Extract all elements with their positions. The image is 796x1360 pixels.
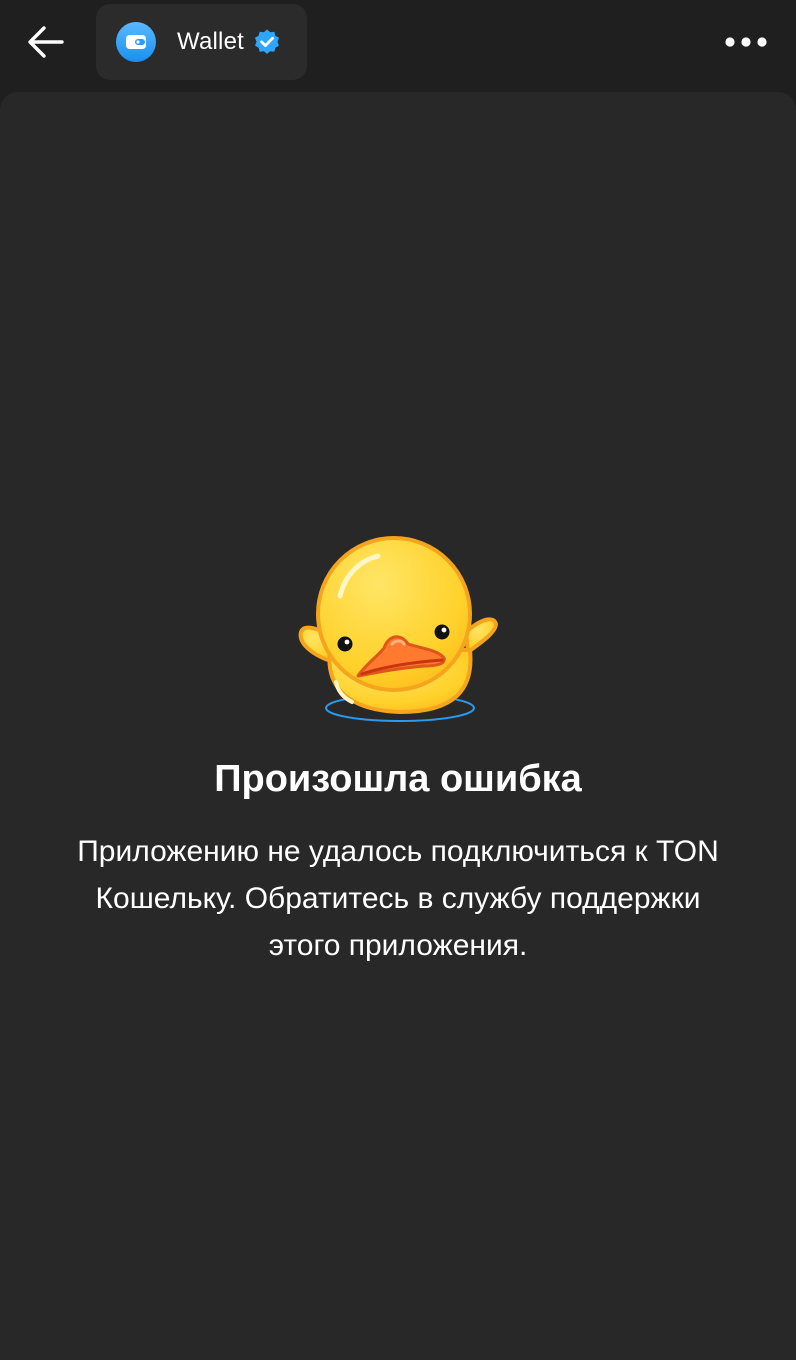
back-button[interactable] [18, 14, 74, 70]
more-horizontal-icon [725, 37, 767, 47]
verified-badge-icon [253, 28, 281, 56]
top-bar: Wallet [0, 0, 796, 92]
error-title: Произошла ошибка [214, 758, 582, 800]
arrow-left-icon [28, 26, 64, 58]
more-menu-button[interactable] [718, 18, 774, 66]
duck-sticker-icon [298, 536, 498, 722]
webapp-content: Произошла ошибка Приложению не удалось п… [0, 92, 796, 1360]
app-chip[interactable]: Wallet [96, 4, 307, 80]
app-name: Wallet [177, 28, 244, 55]
wallet-icon [116, 22, 156, 62]
error-message: Приложению не удалось подключиться к TON… [77, 835, 719, 962]
